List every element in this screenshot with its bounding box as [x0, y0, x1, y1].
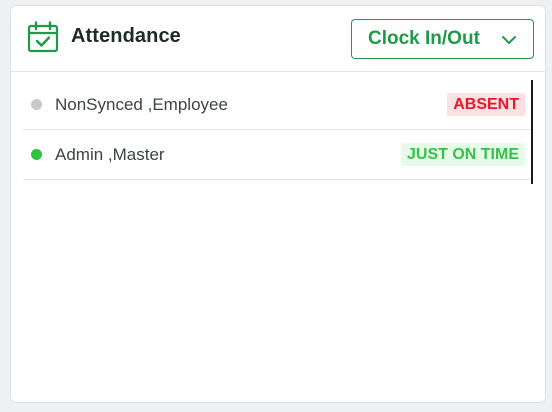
clock-in-out-button[interactable]: Clock In/Out — [351, 19, 534, 59]
calendar-check-icon — [27, 21, 59, 53]
status-badge: JUST ON TIME — [400, 143, 525, 166]
attendance-card: Attendance Clock In/Out NonSynced ,Emplo… — [10, 5, 546, 403]
attendance-row[interactable]: Admin ,Master JUST ON TIME — [23, 130, 531, 180]
chevron-down-icon — [502, 36, 516, 44]
status-dot — [31, 149, 42, 160]
status-badge: ABSENT — [447, 93, 525, 116]
clock-in-out-label: Clock In/Out — [368, 28, 480, 49]
attendance-row[interactable]: NonSynced ,Employee ABSENT — [23, 80, 531, 130]
card-title: Attendance — [71, 25, 181, 47]
employee-name: Admin ,Master — [55, 145, 165, 164]
employee-name: NonSynced ,Employee — [55, 95, 228, 114]
attendance-list[interactable]: NonSynced ,Employee ABSENT Admin ,Master… — [23, 80, 533, 184]
card-header: Attendance Clock In/Out — [11, 6, 545, 72]
status-dot — [31, 99, 42, 110]
